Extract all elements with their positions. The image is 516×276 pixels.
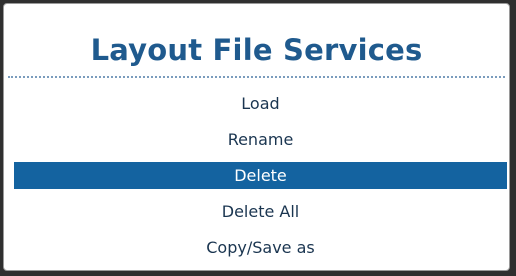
services-menu: Load Rename Delete Delete All Copy/Save …: [14, 90, 507, 270]
menu-item-delete[interactable]: Delete: [14, 162, 507, 189]
menu-item-load[interactable]: Load: [14, 90, 507, 117]
screen-frame: Layout File Services Load Rename Delete …: [0, 0, 516, 276]
title-divider: [8, 76, 505, 78]
layout-file-services-dialog: Layout File Services Load Rename Delete …: [3, 3, 510, 271]
dialog-title: Layout File Services: [90, 33, 423, 67]
menu-item-copy-save-as[interactable]: Copy/Save as: [14, 234, 507, 261]
menu-item-rename[interactable]: Rename: [14, 126, 507, 153]
menu-item-delete-all[interactable]: Delete All: [14, 198, 507, 225]
